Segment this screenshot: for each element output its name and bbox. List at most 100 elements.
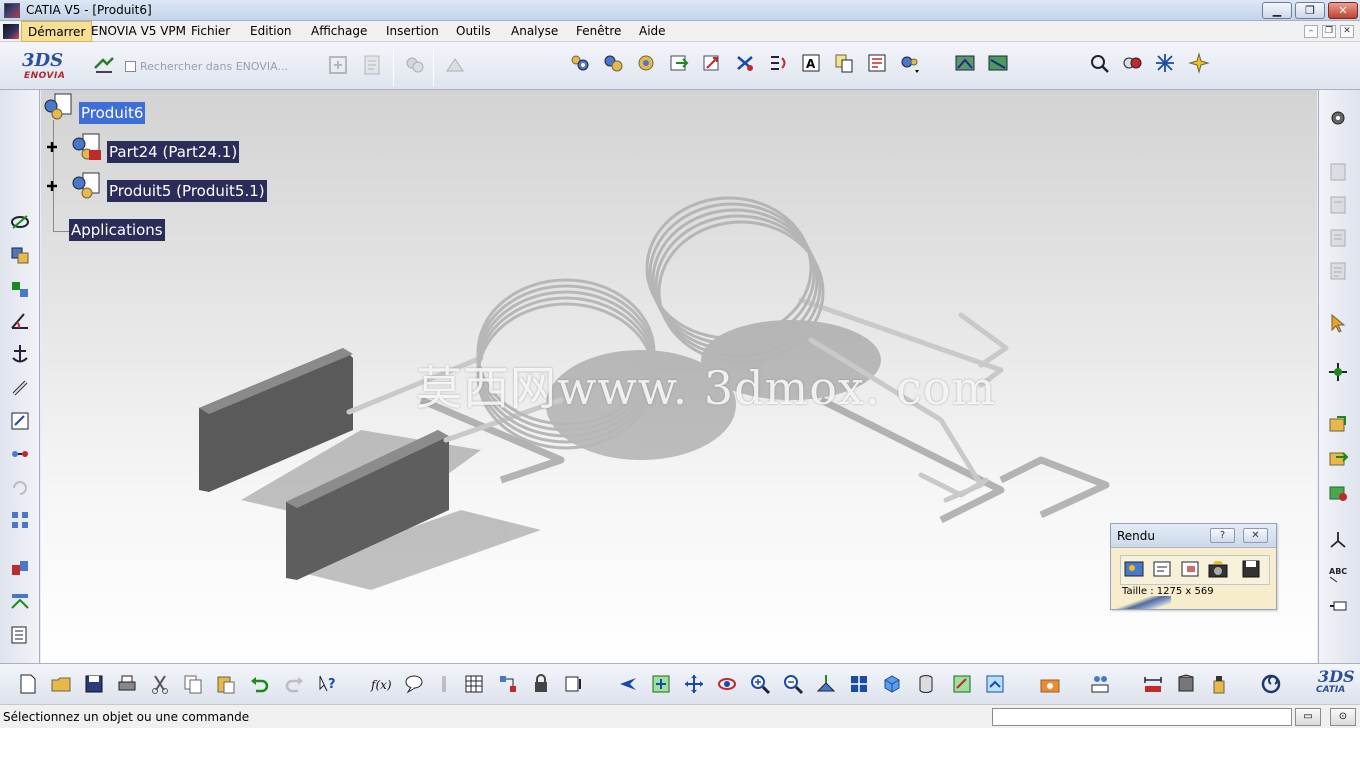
enovia-tool-2-icon[interactable] (360, 53, 384, 77)
quick-constraint-icon[interactable] (8, 409, 32, 433)
web-swirl-icon[interactable] (1259, 672, 1283, 696)
constraint-contact-icon[interactable] (8, 243, 32, 267)
hide-show-icon[interactable] (950, 672, 974, 696)
command-search-icon[interactable]: ⊙ (1330, 708, 1356, 726)
menu-outils[interactable]: Outils (456, 24, 491, 38)
measure-item-icon[interactable] (1141, 672, 1165, 696)
explode-icon[interactable] (1153, 51, 1177, 75)
catalog-lock-icon[interactable] (529, 672, 553, 696)
menu-insertion[interactable]: Insertion (386, 24, 439, 38)
doc-minimize-button[interactable]: – (1304, 25, 1318, 38)
open-folder-icon[interactable] (49, 672, 73, 696)
menu-fichier[interactable]: Fichier (191, 24, 230, 38)
fix-together-icon[interactable] (8, 376, 32, 400)
product-icon[interactable] (69, 171, 103, 203)
zoom-out-icon[interactable] (781, 672, 805, 696)
menu-demarrer[interactable]: Démarrer (21, 21, 93, 42)
enovia-connect-icon[interactable] (92, 53, 116, 77)
fit-all-in-icon[interactable] (649, 672, 673, 696)
desk-icon[interactable] (1326, 480, 1350, 504)
sparkle-tool-icon[interactable] (1187, 51, 1211, 75)
command-input[interactable] (992, 708, 1292, 726)
enovia-tool-3-icon[interactable] (403, 53, 427, 77)
law-icon[interactable] (496, 672, 520, 696)
doc-restore-button[interactable]: ❐ (1322, 25, 1336, 38)
render-settings-icon[interactable] (1150, 557, 1174, 581)
render-camera-icon[interactable] (1038, 672, 1062, 696)
new-component-icon[interactable] (568, 51, 592, 75)
select-arrow-icon[interactable] (1326, 311, 1350, 335)
knowledge-icon[interactable] (432, 672, 456, 696)
settings-gear-icon[interactable] (1326, 106, 1350, 130)
constraint-offset-icon[interactable] (8, 277, 32, 301)
render-region-icon[interactable] (1178, 557, 1202, 581)
manage-representations-icon[interactable] (865, 51, 889, 75)
existing-component-icon[interactable] (667, 51, 691, 75)
shading-icon[interactable] (914, 672, 938, 696)
paste-icon[interactable] (214, 672, 238, 696)
multi-view-icon[interactable] (847, 672, 871, 696)
cut-icon[interactable] (148, 672, 172, 696)
product-root-icon[interactable] (41, 92, 75, 124)
tree-root-node[interactable]: Produit6 (79, 102, 146, 124)
swap-visible-space-icon[interactable] (983, 672, 1007, 696)
menu-enovia[interactable]: ENOVIA V5 VPM (91, 24, 186, 38)
expand-plus-icon[interactable] (46, 141, 58, 153)
constraint-angle-icon[interactable] (8, 309, 32, 333)
design-table-icon[interactable] (462, 672, 486, 696)
iso-view-icon[interactable] (880, 672, 904, 696)
pan-icon[interactable] (682, 672, 706, 696)
search-enovia-checkbox[interactable] (125, 61, 136, 72)
catalog-icon-4[interactable] (1326, 259, 1350, 283)
rotate-icon[interactable] (715, 672, 739, 696)
flexible-sub-assembly-icon[interactable] (8, 442, 32, 466)
text-annotation-icon[interactable]: ABC (1326, 561, 1350, 585)
catalog-icon-2[interactable] (1326, 193, 1350, 217)
save-icon[interactable] (82, 672, 106, 696)
part-icon[interactable] (69, 132, 103, 164)
clash-analysis-icon[interactable] (1120, 51, 1144, 75)
fix-component-icon[interactable] (8, 342, 32, 366)
enovia-tool-1-icon[interactable] (326, 53, 350, 77)
tree-node-produit5[interactable]: Produit5 (Produit5.1) (107, 180, 267, 202)
tree-node-part24[interactable]: Part24 (Part24.1) (107, 141, 240, 163)
rendu-help-button[interactable]: ? (1210, 528, 1235, 543)
render-image-icon[interactable] (1122, 557, 1146, 581)
enovia-tool-4-icon[interactable] (443, 53, 467, 77)
move-compass-icon[interactable] (1326, 360, 1350, 384)
new-file-icon[interactable] (16, 672, 40, 696)
menu-logo-icon[interactable] (3, 24, 19, 39)
rendu-titlebar[interactable]: Rendu ? ✕ (1111, 524, 1276, 548)
menu-analyse[interactable]: Analyse (511, 24, 558, 38)
doc-close-button[interactable]: ✕ (1340, 25, 1354, 38)
axis-system-icon[interactable] (1326, 528, 1350, 552)
whats-this-icon[interactable]: ? (316, 672, 340, 696)
reuse-pattern-icon[interactable] (8, 508, 32, 532)
catalog-icon-3[interactable] (1326, 226, 1350, 250)
constraint-coincidence-icon[interactable] (8, 210, 32, 234)
flexible-rigid-icon[interactable] (986, 51, 1010, 75)
expand-plus-icon[interactable] (46, 180, 58, 192)
new-part-icon[interactable] (634, 51, 658, 75)
command-list-button[interactable]: ▭ (1295, 708, 1321, 726)
menu-aide[interactable]: Aide (639, 24, 666, 38)
generate-numbering-icon[interactable]: A (799, 51, 823, 75)
bill-of-material-icon[interactable] (8, 623, 32, 647)
undo-icon[interactable] (247, 672, 271, 696)
macro-icon[interactable] (562, 672, 586, 696)
existing-positioning-icon[interactable] (700, 51, 724, 75)
copy-icon[interactable] (181, 672, 205, 696)
fly-mode-icon[interactable] (616, 672, 640, 696)
redo-icon[interactable] (283, 672, 307, 696)
snap-icon[interactable] (8, 590, 32, 614)
save-management-icon[interactable] (1326, 412, 1350, 436)
replace-component-icon[interactable] (733, 51, 757, 75)
measure-between-icon[interactable] (1088, 672, 1112, 696)
new-product-icon[interactable] (601, 51, 625, 75)
menu-fenetre[interactable]: Fenêtre (576, 24, 621, 38)
close-button[interactable]: ✕ (1328, 2, 1358, 19)
menu-edition[interactable]: Edition (250, 24, 292, 38)
formula-icon[interactable]: f(x) (369, 672, 393, 696)
change-constraint-icon[interactable] (8, 476, 32, 500)
tree-node-applications[interactable]: Applications (69, 219, 165, 241)
